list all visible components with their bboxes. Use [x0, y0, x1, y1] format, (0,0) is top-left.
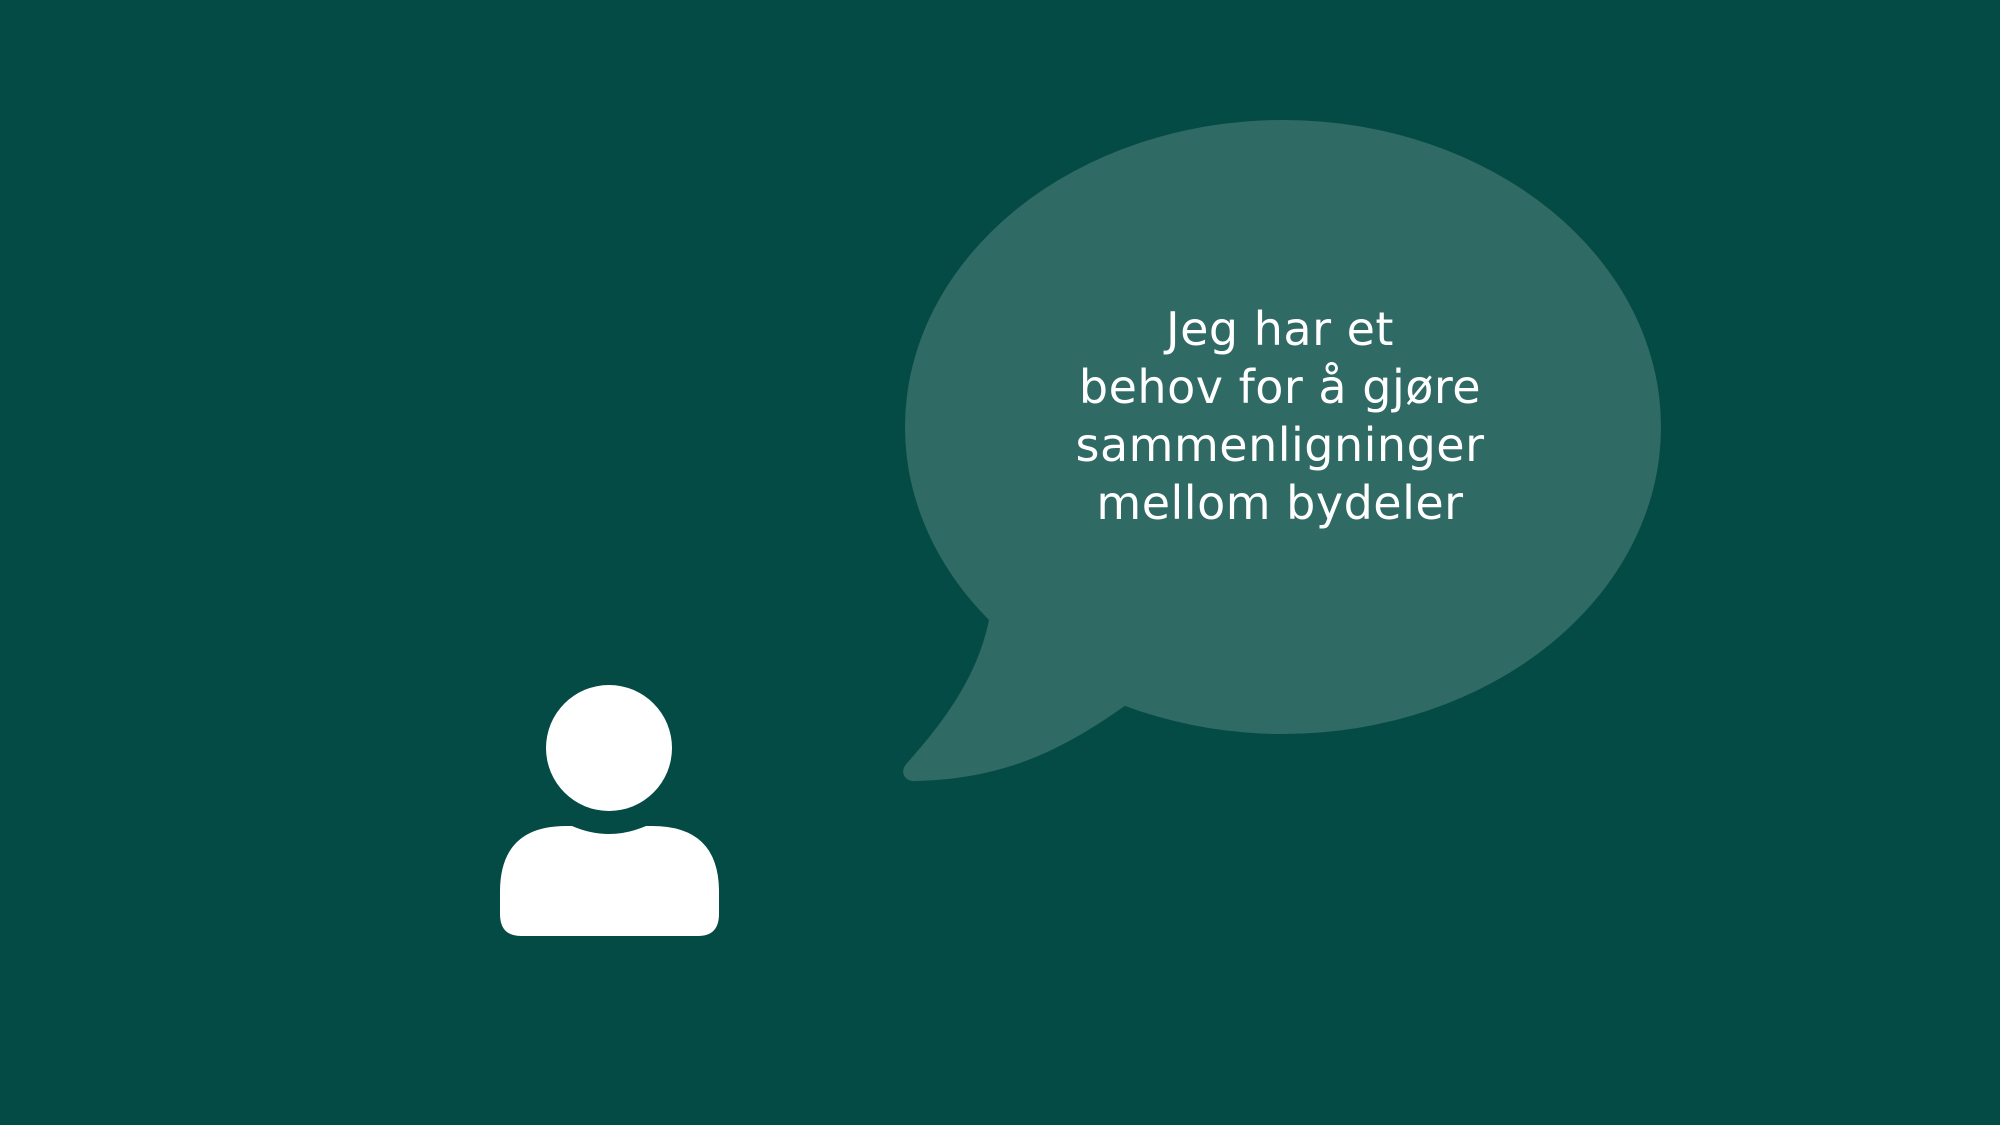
- speech-line-4: mellom bydeler: [1096, 476, 1464, 530]
- speech-text: Jeg har et behov for å gjøre sammenligni…: [1030, 300, 1530, 532]
- person-icon: [500, 685, 719, 936]
- speech-line-1: Jeg har et: [1166, 302, 1394, 356]
- speech-line-2: behov for å gjøre: [1078, 360, 1482, 414]
- slide-canvas: Jeg har et behov for å gjøre sammenligni…: [0, 0, 2000, 1125]
- illustration: [500, 120, 1661, 936]
- speech-line-3: sammenligninger: [1075, 418, 1485, 472]
